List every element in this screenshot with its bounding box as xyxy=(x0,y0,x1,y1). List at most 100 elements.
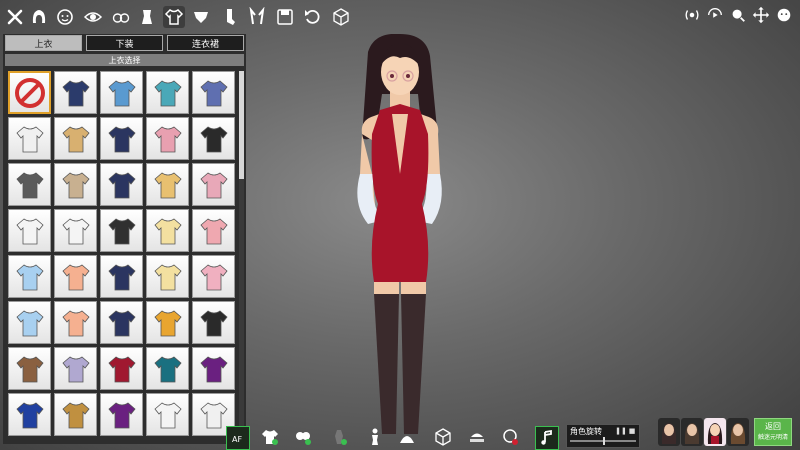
clothing-item-blouse-peach[interactable] xyxy=(54,301,97,344)
clothing-item-tee-cream[interactable] xyxy=(146,209,189,252)
clothing-item-tee-white-2[interactable] xyxy=(54,209,97,252)
stage-icon[interactable] xyxy=(466,426,488,448)
character-preset-4[interactable] xyxy=(727,418,749,446)
clothing-item-shirt-pink[interactable] xyxy=(146,117,189,160)
save-icon[interactable] xyxy=(274,6,296,28)
clothing-item-open-jacket-yellow[interactable] xyxy=(146,163,189,206)
clothing-item-sailor-navy[interactable] xyxy=(54,71,97,114)
garment-icon xyxy=(15,125,44,152)
garment-icon xyxy=(107,79,136,106)
figure-icon[interactable] xyxy=(364,426,386,448)
clothing-item-blouse-navy[interactable] xyxy=(100,301,143,344)
clothing-toggle-icon[interactable] xyxy=(259,426,281,448)
clothing-item-tee-black[interactable] xyxy=(100,209,143,252)
garment-icon xyxy=(61,171,90,198)
garment-icon xyxy=(153,125,182,152)
grid-scrollbar[interactable] xyxy=(239,71,244,443)
no-clothing-option[interactable] xyxy=(8,71,51,114)
top-clothing-icon[interactable] xyxy=(163,6,185,28)
clothing-item-blazer-grey[interactable] xyxy=(8,163,51,206)
garment-icon xyxy=(153,309,182,336)
clothing-item-sailor-teal[interactable] xyxy=(146,71,189,114)
clothing-item-tunic-navy[interactable] xyxy=(100,255,143,298)
clothing-item-sailor-red-tie[interactable] xyxy=(192,71,235,114)
undo-icon[interactable] xyxy=(302,6,324,28)
hair-icon[interactable] xyxy=(28,6,50,28)
clothing-item-tunic-peach[interactable] xyxy=(54,255,97,298)
face-icon[interactable] xyxy=(54,6,76,28)
garment-icon xyxy=(199,217,228,244)
eye-icon[interactable] xyxy=(82,6,104,28)
clothing-item-halter-purple[interactable] xyxy=(192,347,235,390)
clothing-item-tunic-cream[interactable] xyxy=(146,255,189,298)
clothing-item-sweater-brown[interactable] xyxy=(8,347,51,390)
pause-icon[interactable]: ❚❚ xyxy=(615,427,627,435)
auto-focus-icon[interactable]: AF xyxy=(226,426,250,450)
body-toggle-icon[interactable] xyxy=(328,426,350,448)
music-icon[interactable] xyxy=(535,426,559,450)
garment-icon xyxy=(107,309,136,336)
balloon-icon[interactable] xyxy=(500,426,522,448)
clothing-item-vest-tan[interactable] xyxy=(54,117,97,160)
return-button-label: 返回 xyxy=(765,422,781,431)
garment-icon xyxy=(199,309,228,336)
garment-icon xyxy=(199,263,228,290)
clothing-item-sweater-teal[interactable] xyxy=(146,347,189,390)
clothing-item-blazer-tan[interactable] xyxy=(54,163,97,206)
character-model[interactable] xyxy=(300,34,500,450)
underwear-toggle-icon[interactable] xyxy=(292,426,314,448)
cube-icon[interactable] xyxy=(330,6,352,28)
clothing-item-tee-pink[interactable] xyxy=(192,209,235,252)
rotation-slider-knob[interactable] xyxy=(603,437,605,445)
scrollbar-thumb[interactable] xyxy=(239,71,244,179)
right-toolbar xyxy=(682,5,794,25)
tab-tops[interactable]: 上衣 xyxy=(5,35,82,51)
garment-icon xyxy=(15,355,44,382)
clothing-item-blouse-lightblue[interactable] xyxy=(8,301,51,344)
clothing-grid xyxy=(8,71,238,443)
rotation-control: 角色旋转 ❚❚ ■ xyxy=(566,424,640,448)
garment-icon xyxy=(107,125,136,152)
clothing-item-tunic-pink[interactable] xyxy=(192,255,235,298)
clothing-item-sailor-blue[interactable] xyxy=(100,71,143,114)
clothing-item-tunic-lightblue[interactable] xyxy=(8,255,51,298)
garment-icon xyxy=(199,355,228,382)
clothing-item-open-jacket-pink[interactable] xyxy=(192,163,235,206)
light-icon[interactable] xyxy=(396,426,418,448)
clothing-item-shirt-white[interactable] xyxy=(8,117,51,160)
character-preset-2[interactable] xyxy=(681,418,703,446)
bottom-toolbar: AF xyxy=(0,418,800,450)
clothing-item-shirt-navy-vest[interactable] xyxy=(100,117,143,160)
bunny-ears-icon[interactable] xyxy=(246,6,268,28)
character-preset-3[interactable] xyxy=(704,418,726,446)
garment-icon xyxy=(15,309,44,336)
tab-bottoms[interactable]: 下装 xyxy=(86,35,163,51)
face-preset-icon[interactable] xyxy=(774,5,794,25)
sock-icon[interactable] xyxy=(218,6,240,28)
sound-waves-icon[interactable] xyxy=(682,5,702,25)
camera-move-icon[interactable] xyxy=(705,5,725,25)
cube-view-icon[interactable] xyxy=(432,426,454,448)
chest-icon[interactable] xyxy=(110,6,132,28)
clothing-item-tee-white[interactable] xyxy=(8,209,51,252)
return-button[interactable]: 返回 触迷元明清 xyxy=(754,418,792,446)
garment-icon xyxy=(107,171,136,198)
clothing-item-tank-black[interactable] xyxy=(192,301,235,344)
stop-icon[interactable]: ■ xyxy=(628,427,636,435)
garment-icon xyxy=(199,125,228,152)
top-toolbar xyxy=(0,0,800,34)
clothing-item-open-jacket-navy[interactable] xyxy=(100,163,143,206)
close-icon[interactable] xyxy=(4,6,26,28)
zoom-icon[interactable] xyxy=(728,5,748,25)
clothing-item-blazer-black[interactable] xyxy=(192,117,235,160)
character-preset-1[interactable] xyxy=(658,418,680,446)
rotation-slider[interactable] xyxy=(570,437,636,445)
clothing-item-tank-mustard[interactable] xyxy=(146,301,189,344)
underwear-icon[interactable] xyxy=(190,6,212,28)
garment-icon xyxy=(199,79,228,106)
tab-dresses[interactable]: 连衣裙 xyxy=(167,35,244,51)
body-icon[interactable] xyxy=(136,6,158,28)
move-icon[interactable] xyxy=(751,5,771,25)
clothing-item-sweater-crimson[interactable] xyxy=(100,347,143,390)
clothing-item-sweater-lavender[interactable] xyxy=(54,347,97,390)
